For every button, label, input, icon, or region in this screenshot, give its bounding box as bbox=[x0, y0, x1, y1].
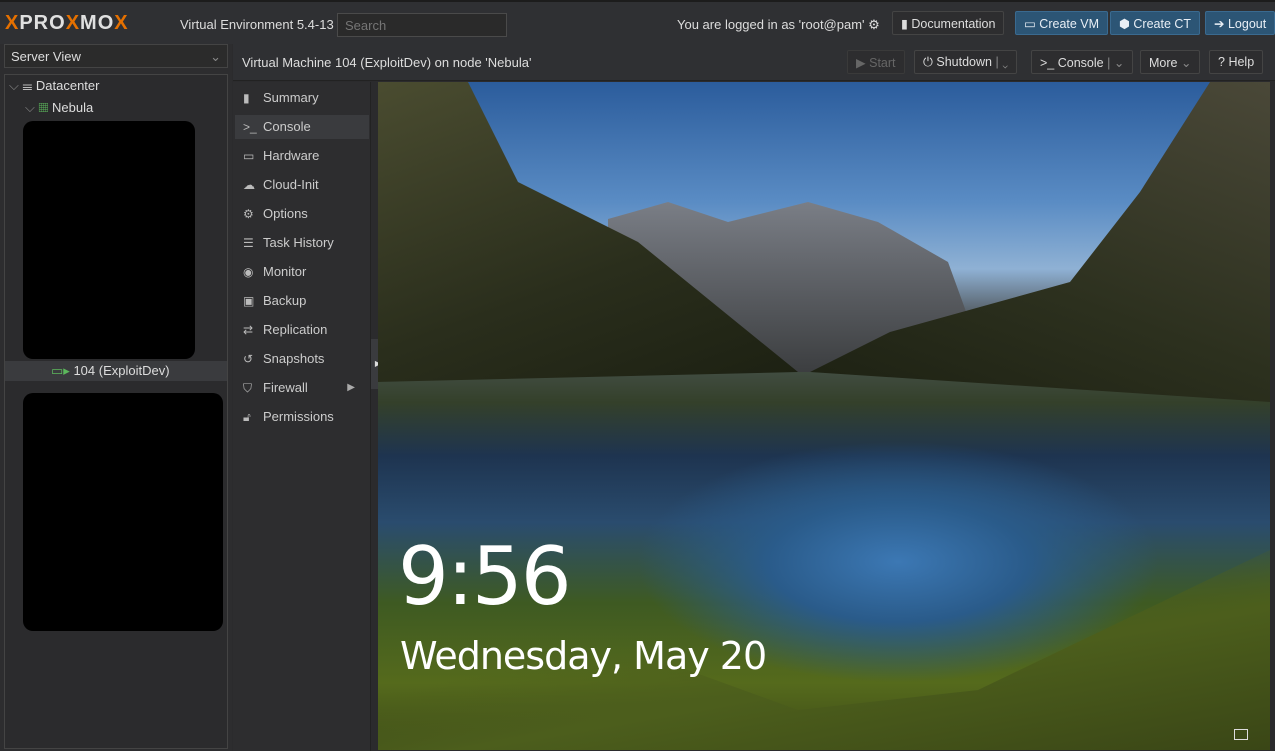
start-label: Start bbox=[869, 56, 896, 70]
menu-item-label: Options bbox=[263, 206, 308, 221]
more-label: More bbox=[1149, 56, 1178, 70]
retweet-icon: ⇄ bbox=[243, 323, 254, 337]
datacenter-label: Datacenter bbox=[35, 78, 100, 93]
menu-item-permissions[interactable]: 🔓︎ Permissions bbox=[235, 405, 369, 429]
menu-item-snapshots[interactable]: ↺ Snapshots bbox=[235, 347, 369, 371]
cube-icon: ⬢ bbox=[1119, 17, 1130, 31]
documentation-button[interactable]: ▮ Documentation bbox=[892, 11, 1005, 35]
network-icon[interactable] bbox=[1234, 729, 1248, 740]
lock-screen-date: Wednesday, May 20 bbox=[400, 634, 767, 678]
expand-arrow-icon[interactable]: ▶ bbox=[347, 376, 355, 400]
cloud-icon: ☁ bbox=[243, 178, 255, 192]
vm-console-screen[interactable]: 9:56 Wednesday, May 20 bbox=[378, 82, 1270, 750]
chevron-down-icon[interactable]: | ⌄ bbox=[995, 55, 1008, 69]
terminal-icon: >_ bbox=[243, 120, 257, 134]
menu-item-firewall[interactable]: ⛉ Firewall ▶ bbox=[235, 376, 369, 400]
gear-icon: ⚙ bbox=[243, 207, 254, 221]
sign-out-icon: ➔ bbox=[1214, 17, 1225, 31]
menu-item-label: Backup bbox=[263, 293, 307, 308]
create-ct-button[interactable]: ⬢ Create CT bbox=[1110, 11, 1201, 35]
node-online-icon: ▦ bbox=[38, 100, 49, 115]
book-icon: ▮ bbox=[901, 17, 908, 31]
shutdown-button[interactable]: ⏻ Shutdown | ⌄ bbox=[914, 50, 1018, 74]
menu-item-label: Monitor bbox=[263, 264, 307, 279]
power-icon: ⏻ bbox=[923, 55, 933, 69]
shutdown-label: Shutdown bbox=[936, 55, 992, 69]
menu-item-options[interactable]: ⚙ Options bbox=[235, 202, 369, 226]
lock-screen-time: 9:56 bbox=[398, 530, 572, 623]
top-bar: XPROXMOX Virtual Environment 5.4-13 You … bbox=[0, 0, 1275, 44]
vm-running-icon: ▭▸ bbox=[51, 363, 70, 378]
tree-item-vm-104[interactable]: ▭▸ 104 (ExploitDev) bbox=[5, 361, 227, 381]
resource-tree: ⌵ ☰ Datacenter ⌵ ▦ Nebula ▭▸ 104 (Exploi… bbox=[4, 74, 228, 749]
menu-item-task-history[interactable]: ☰ Task History bbox=[235, 231, 369, 255]
monitor-icon: ▭ bbox=[243, 149, 255, 163]
chevron-down-icon[interactable]: | ⌄ bbox=[1107, 56, 1124, 70]
menu-item-label: Hardware bbox=[263, 148, 320, 163]
content-header: Virtual Machine 104 (ExploitDev) on node… bbox=[233, 44, 1275, 81]
redacted-area bbox=[23, 393, 223, 631]
create-ct-label: Create CT bbox=[1133, 17, 1192, 31]
play-icon: ▶ bbox=[856, 56, 866, 70]
help-button[interactable]: ? Help bbox=[1209, 50, 1264, 74]
eye-icon: ◉ bbox=[243, 265, 254, 279]
menu-item-hardware[interactable]: ▭ Hardware bbox=[235, 144, 369, 168]
menu-item-label: Permissions bbox=[263, 409, 334, 424]
help-icon: ? bbox=[1218, 55, 1225, 69]
logout-button[interactable]: ➔ Logout bbox=[1205, 11, 1275, 35]
console-button[interactable]: >_ Console | ⌄ bbox=[1031, 50, 1134, 74]
logout-label: Logout bbox=[1227, 17, 1267, 31]
search-input[interactable] bbox=[337, 13, 507, 37]
menu-item-cloud-init[interactable]: ☁ Cloud-Init bbox=[235, 173, 369, 197]
tree-item-nebula[interactable]: ⌵ ▦ Nebula bbox=[25, 98, 93, 118]
help-label: Help bbox=[1228, 55, 1255, 69]
floppy-icon: ▣ bbox=[243, 294, 255, 308]
menu-item-backup[interactable]: ▣ Backup bbox=[235, 289, 369, 313]
server-view-label: Server View bbox=[11, 49, 81, 64]
login-text: You are logged in as 'root@pam' bbox=[677, 17, 865, 32]
page-title: Virtual Machine 104 (ExploitDev) on node… bbox=[242, 55, 532, 70]
chevron-down-icon: ⌄ bbox=[210, 49, 221, 64]
shield-icon: ⛉ bbox=[243, 381, 253, 395]
menu-item-label: Cloud-Init bbox=[263, 177, 319, 192]
menu-item-console[interactable]: >_ Console bbox=[235, 115, 369, 139]
history-icon: ↺ bbox=[243, 352, 254, 366]
chevron-down-icon: ⌄ bbox=[1180, 56, 1192, 70]
login-status: You are logged in as 'root@pam' ⚙ bbox=[677, 17, 880, 33]
more-button[interactable]: More ⌄ bbox=[1140, 50, 1201, 74]
menu-item-label: Task History bbox=[263, 235, 334, 250]
create-vm-button[interactable]: ▭ Create VM bbox=[1015, 11, 1109, 35]
gear-icon[interactable]: ⚙ bbox=[868, 17, 880, 32]
documentation-label: Documentation bbox=[911, 17, 996, 31]
console-label: Console bbox=[1057, 56, 1104, 70]
start-button[interactable]: ▶ Start bbox=[847, 50, 905, 74]
menu-item-label: Firewall bbox=[263, 380, 308, 395]
list-icon: ☰ bbox=[243, 236, 254, 250]
server-view-select[interactable]: Server View ⌄ bbox=[4, 44, 228, 68]
menu-item-replication[interactable]: ⇄ Replication bbox=[235, 318, 369, 342]
menu-item-label: Console bbox=[263, 119, 311, 134]
version-label: Virtual Environment 5.4-13 bbox=[180, 17, 334, 32]
menu-item-monitor[interactable]: ◉ Monitor bbox=[235, 260, 369, 284]
vm-104-label: 104 (ExploitDev) bbox=[73, 363, 170, 378]
nebula-label: Nebula bbox=[52, 100, 94, 115]
menu-item-label: Replication bbox=[263, 322, 328, 337]
redacted-area bbox=[23, 121, 195, 359]
vm-menu: ▮ Summary >_ Console ▭ Hardware ☁ Cloud-Init ⚙ Op… bbox=[233, 82, 371, 751]
tree-item-datacenter[interactable]: ⌵ ☰ Datacenter bbox=[9, 76, 99, 96]
server-rack-icon: ☰ bbox=[22, 78, 33, 93]
proxmox-logo: XPROXMOX bbox=[5, 12, 129, 34]
menu-item-label: Snapshots bbox=[263, 351, 325, 366]
unlock-icon: 🔓︎ bbox=[243, 410, 251, 424]
menu-item-label: Summary bbox=[263, 90, 319, 105]
menu-item-summary[interactable]: ▮ Summary bbox=[235, 86, 369, 110]
book-icon: ▮ bbox=[243, 91, 250, 105]
create-vm-label: Create VM bbox=[1039, 17, 1100, 31]
terminal-icon: >_ bbox=[1040, 56, 1055, 70]
monitor-icon: ▭ bbox=[1024, 17, 1036, 31]
